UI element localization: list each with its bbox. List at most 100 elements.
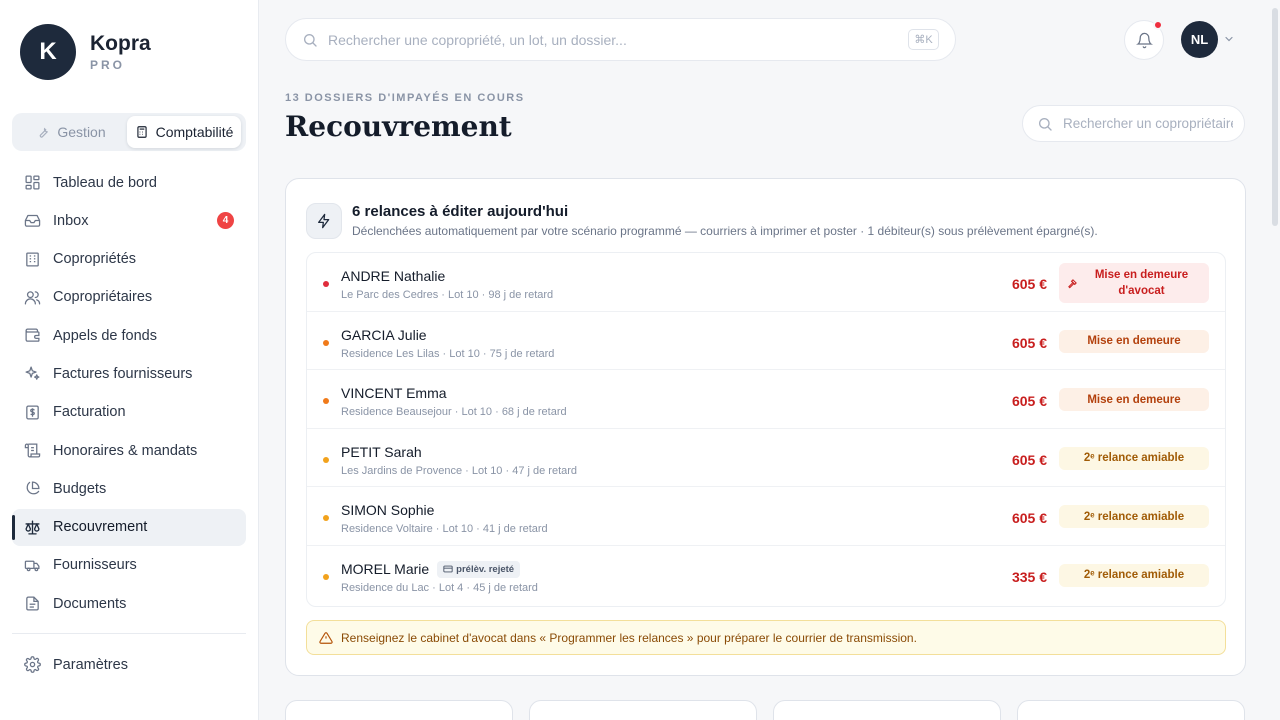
reminders-title: 6 relances à éditer aujourd'hui bbox=[352, 203, 569, 220]
owner-search-input[interactable] bbox=[1063, 116, 1233, 131]
card-icon bbox=[443, 566, 453, 573]
notifications-button[interactable] bbox=[1124, 20, 1164, 60]
debtor-name: VINCENT Emma bbox=[341, 385, 447, 402]
reminders-card: 6 relances à éditer aujourd'hui Déclench… bbox=[285, 178, 1246, 676]
severity-dot bbox=[323, 398, 329, 405]
list-item[interactable]: PETIT Sarah Les Jardins de Provence · Lo… bbox=[307, 429, 1225, 488]
sidebar-item-coproprietes[interactable]: Copropriétés bbox=[12, 241, 246, 278]
debtor-name: ANDRE Nathalie bbox=[341, 268, 446, 284]
debtor-meta: Residence Beausejour · Lot 10 · 68 j de … bbox=[341, 406, 567, 419]
search-icon bbox=[304, 33, 317, 47]
brand[interactable]: K Kopra PRO bbox=[20, 24, 151, 80]
stat-card bbox=[773, 700, 1001, 720]
inbox-count-badge: 4 bbox=[217, 212, 234, 230]
wallet-icon bbox=[25, 328, 40, 342]
sidebar-item-budgets[interactable]: Budgets bbox=[12, 470, 246, 507]
sidebar-item-label: Facturation bbox=[53, 404, 126, 421]
debt-amount: 605 € bbox=[1011, 276, 1047, 292]
sidebar-item-factures-fournisseurs[interactable]: Factures fournisseurs bbox=[12, 355, 246, 392]
sidebar-item-fournisseurs[interactable]: Fournisseurs bbox=[12, 547, 246, 584]
list-item[interactable]: MOREL Marie prélèv. rejeté Residence du … bbox=[307, 546, 1225, 605]
calculator-icon bbox=[136, 126, 147, 138]
shortcut-hint: ⌘K bbox=[908, 29, 939, 50]
tag-label: prélèv. rejeté bbox=[456, 563, 515, 575]
sidebar-item-label: Copropriétaires bbox=[53, 289, 153, 306]
mode-gestion-button[interactable]: Gestion bbox=[15, 116, 127, 148]
sidebar-item-label: Appels de fonds bbox=[53, 327, 157, 344]
debtor-name: PETIT Sarah bbox=[341, 443, 422, 460]
action-badge[interactable]: Mise en demeure bbox=[1059, 329, 1209, 353]
mode-gestion-label: Gestion bbox=[57, 124, 106, 140]
sidebar-item-label: Tableau de bord bbox=[53, 174, 157, 191]
debt-amount: 605 € bbox=[1011, 451, 1047, 468]
scale-icon bbox=[25, 520, 40, 535]
notification-dot bbox=[1153, 20, 1163, 30]
stat-card bbox=[1017, 700, 1245, 720]
inbox-icon bbox=[24, 215, 41, 228]
sidebar-divider bbox=[12, 633, 246, 634]
action-badge[interactable]: 2ᵉ relance amiable bbox=[1059, 563, 1209, 587]
sidebar-item-label: Documents bbox=[53, 595, 127, 612]
sidebar-item-label: Copropriétés bbox=[53, 251, 137, 268]
global-search-input[interactable] bbox=[328, 31, 888, 48]
brand-name: Kopra bbox=[90, 31, 151, 55]
severity-dot bbox=[323, 515, 329, 522]
search-icon bbox=[1039, 117, 1052, 131]
sidebar-item-honoraires-mandats[interactable]: Honoraires & mandats bbox=[12, 432, 246, 469]
list-item[interactable]: SIMON Sophie Residence Voltaire · Lot 10… bbox=[307, 487, 1225, 546]
severity-dot bbox=[323, 456, 329, 463]
sidebar-item-coproprietaires[interactable]: Copropriétaires bbox=[12, 279, 246, 316]
mode-comptabilite-label: Comptabilité bbox=[155, 124, 234, 140]
action-label: Mise en demeure bbox=[1087, 393, 1181, 406]
chevron-down-icon[interactable] bbox=[1223, 33, 1235, 45]
sidebar-item-inbox[interactable]: Inbox 4 bbox=[12, 202, 246, 239]
severity-dot bbox=[323, 339, 329, 346]
sidebar-item-label: Fournisseurs bbox=[53, 557, 137, 574]
list-item[interactable]: VINCENT Emma Residence Beausejour · Lot … bbox=[307, 370, 1225, 429]
debtor-name: GARCIA Julie bbox=[341, 326, 427, 343]
sidebar-nav: Tableau de bord Inbox 4 Copropriétés Cop… bbox=[12, 164, 246, 624]
reminders-subtitle: Déclenchées automatiquement par votre sc… bbox=[352, 224, 1098, 238]
sidebar-item-label: Inbox bbox=[53, 212, 89, 229]
debt-amount: 605 € bbox=[1011, 510, 1047, 527]
debtor-meta: Residence Les Lilas · Lot 10 · 75 j de r… bbox=[341, 347, 555, 360]
action-badge[interactable]: 2ᵉ relance amiable bbox=[1059, 505, 1209, 529]
debtor-meta: Les Jardins de Provence · Lot 10 · 47 j … bbox=[341, 464, 578, 477]
sidebar-item-appels-de-fonds[interactable]: Appels de fonds bbox=[12, 317, 246, 354]
page-title: Recouvrement bbox=[285, 110, 512, 143]
owner-search-bar bbox=[1022, 105, 1245, 142]
gavel-icon bbox=[1068, 278, 1077, 288]
action-badge[interactable]: Mise en demeure d'avocat bbox=[1059, 263, 1209, 303]
action-label: Mise en demeure d'avocat bbox=[1094, 269, 1189, 297]
list-item[interactable]: ANDRE Nathalie Le Parc des Cedres · Lot … bbox=[307, 253, 1225, 312]
rejected-debit-tag: prélèv. rejeté bbox=[437, 560, 521, 578]
list-item[interactable]: GARCIA Julie Residence Les Lilas · Lot 1… bbox=[307, 312, 1225, 371]
sidebar-item-label: Recouvrement bbox=[53, 519, 148, 536]
building-icon bbox=[26, 252, 39, 267]
brand-logo: K bbox=[20, 24, 76, 80]
debtor-name: SIMON Sophie bbox=[341, 502, 435, 519]
gear-icon bbox=[24, 656, 41, 673]
open-cases-count: 13 DOSSIERS D'IMPAYÉS EN COURS bbox=[285, 92, 525, 104]
users-icon bbox=[24, 291, 41, 305]
action-badge[interactable]: 2ᵉ relance amiable bbox=[1059, 446, 1209, 470]
reminders-list: ANDRE Nathalie Le Parc des Cedres · Lot … bbox=[306, 252, 1226, 607]
sidebar-item-tableau-de-bord[interactable]: Tableau de bord bbox=[12, 164, 246, 201]
sidebar-item-facturation[interactable]: Facturation bbox=[12, 394, 246, 431]
lawyer-config-alert: Renseignez le cabinet d'avocat dans « Pr… bbox=[306, 620, 1226, 655]
mode-comptabilite-button[interactable]: Comptabilité bbox=[127, 116, 241, 148]
scroll-icon bbox=[24, 443, 41, 458]
user-avatar[interactable]: NL bbox=[1181, 21, 1218, 58]
sidebar-item-label: Factures fournisseurs bbox=[53, 365, 193, 382]
global-search-bar: ⌘K bbox=[285, 18, 956, 61]
debtor-meta: Residence du Lac · Lot 4 · 45 j de retar… bbox=[341, 581, 538, 594]
truck-icon bbox=[24, 560, 40, 572]
page-scrollbar[interactable] bbox=[1272, 8, 1278, 226]
sidebar-item-documents[interactable]: Documents bbox=[12, 585, 246, 622]
action-badge[interactable]: Mise en demeure bbox=[1059, 388, 1209, 412]
sidebar-item-label: Paramètres bbox=[53, 656, 128, 673]
sidebar-item-parametres[interactable]: Paramètres bbox=[12, 646, 246, 683]
sidebar-item-label: Budgets bbox=[53, 480, 107, 497]
sidebar-item-recouvrement[interactable]: Recouvrement bbox=[12, 508, 246, 546]
sparkles-icon bbox=[25, 366, 40, 381]
